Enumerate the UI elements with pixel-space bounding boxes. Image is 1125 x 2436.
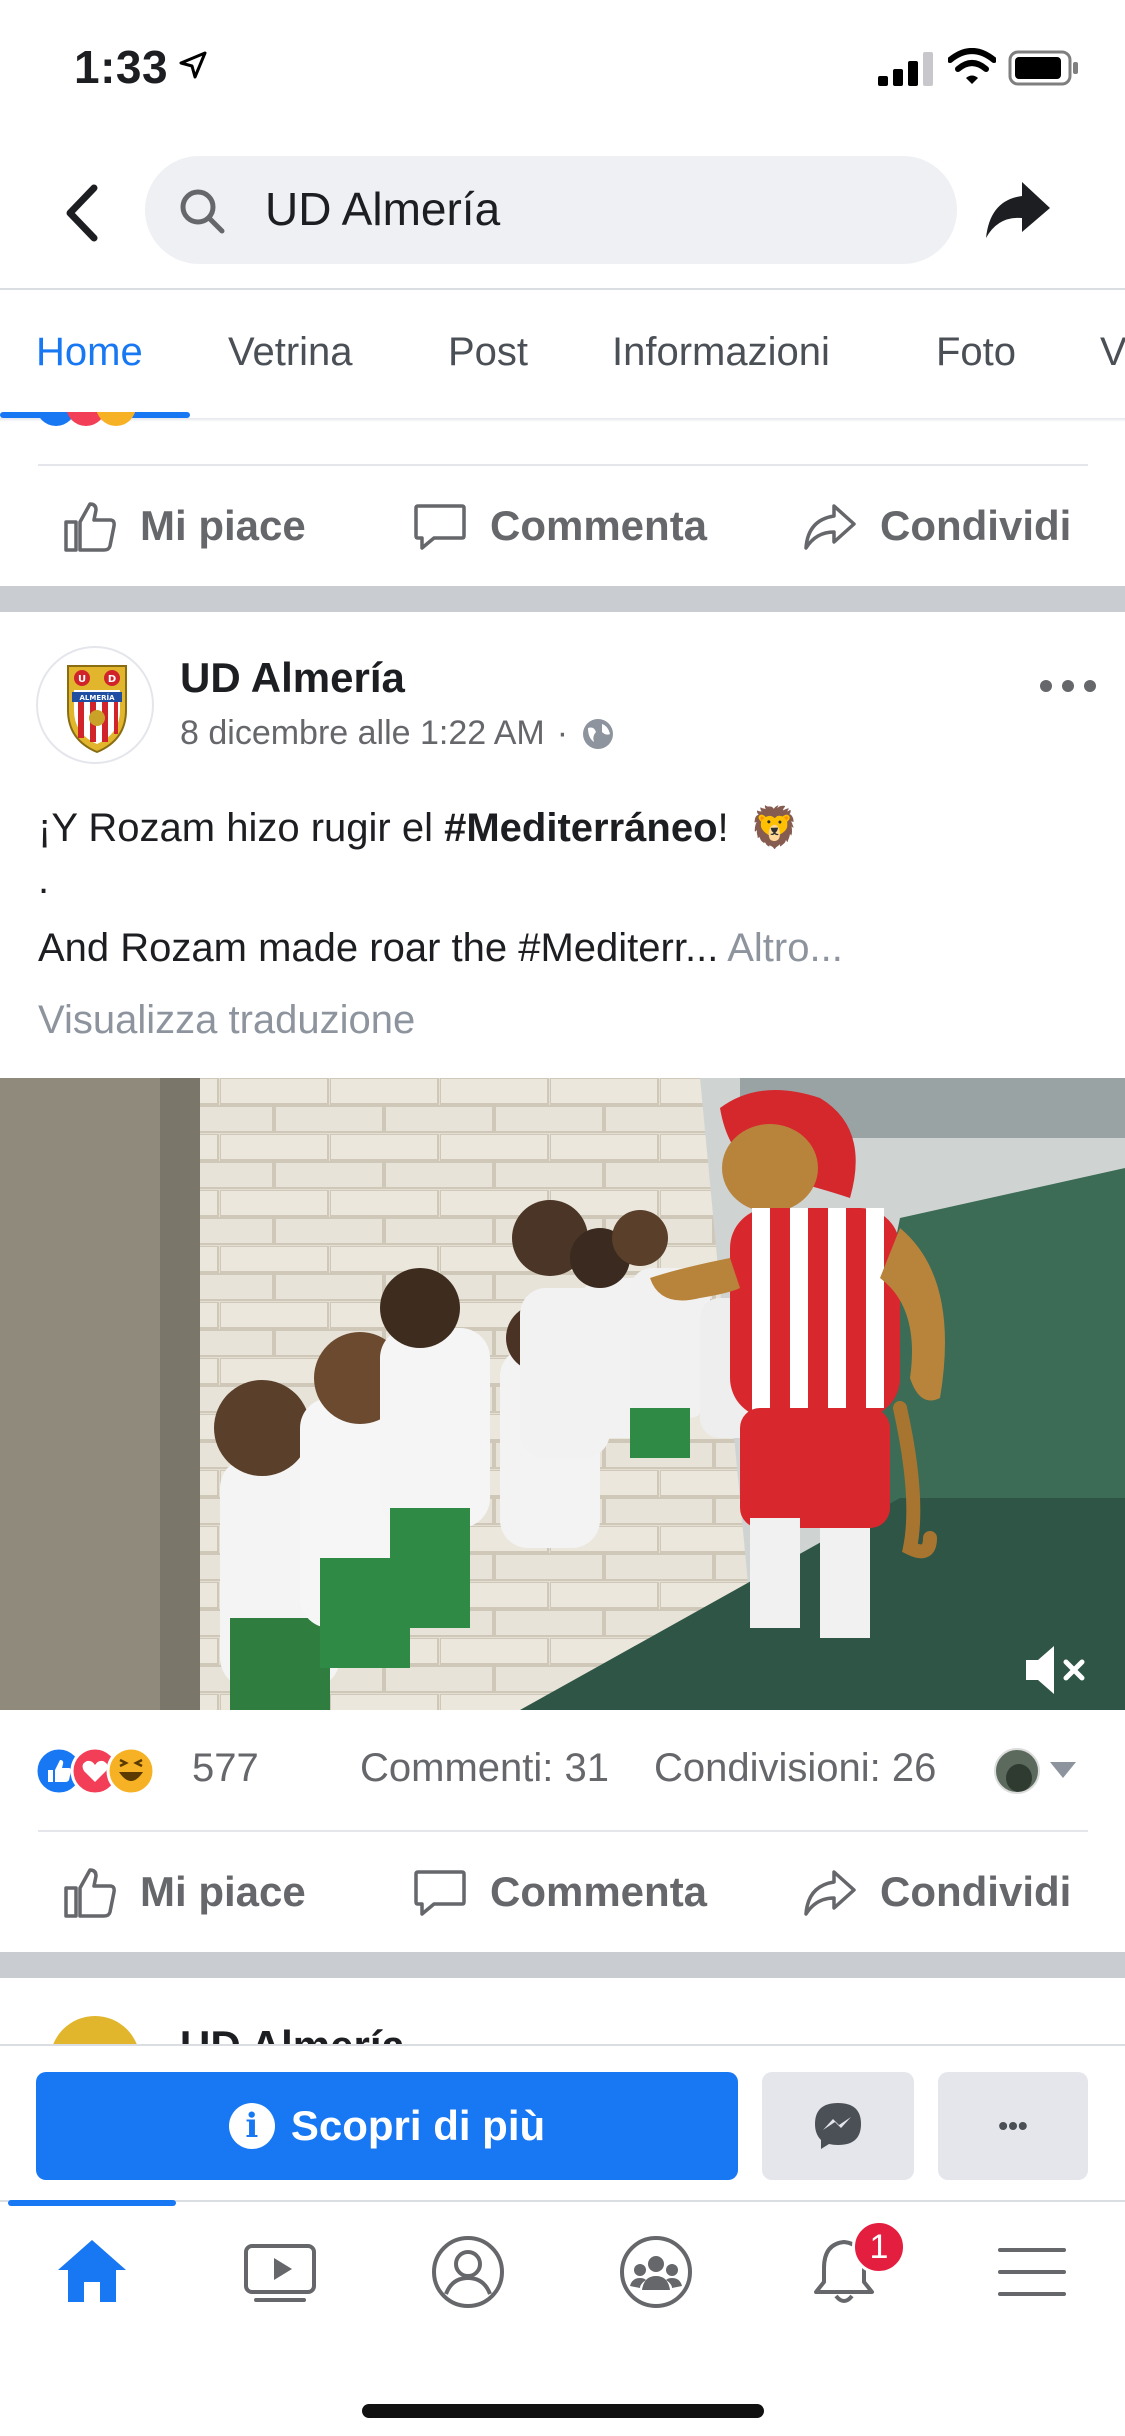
tab-informazioni[interactable]: Informazioni [612, 330, 830, 375]
search-value: UD Almería [265, 183, 501, 235]
like-button[interactable]: Mi piace [62, 1832, 306, 1952]
next-post-author[interactable]: UD Almería [180, 2022, 405, 2044]
reaction-icons[interactable] [34, 1746, 184, 1796]
learn-more-button[interactable]: i Scopri di più [36, 2072, 738, 2180]
globe-icon [583, 718, 614, 749]
post-actions: Mi piace Commenta Condividi [0, 1832, 1125, 1952]
tab-video-partial[interactable]: V [1100, 330, 1125, 375]
page-tabs: Home Vetrina Post Informazioni Foto V [0, 290, 1125, 418]
more-dots-icon: ••• [998, 2110, 1028, 2141]
comment-bubble-icon [414, 504, 466, 550]
post-meta: 8 dicembre alle 1:22 AM · [180, 714, 616, 753]
post-separator [0, 1952, 1125, 1978]
see-translation-link[interactable]: Visualizza traduzione [38, 998, 415, 1043]
post-text-line1: ¡Y Rozam hizo rugir el #Mediterráneo! 🦁 [38, 804, 800, 851]
tab-home[interactable]: Home [36, 330, 143, 375]
post-author[interactable]: UD Almería [180, 654, 405, 702]
haha-reaction-icon [106, 1746, 156, 1796]
home-icon[interactable] [52, 2232, 132, 2312]
comment-label: Commenta [490, 502, 708, 549]
profile-icon[interactable] [428, 2232, 508, 2312]
page-avatar[interactable]: U D ALMERÍA [36, 646, 154, 764]
share-icon [804, 1870, 856, 1916]
share-label: Condividi [880, 1868, 1072, 1915]
share-button[interactable]: Condividi [802, 1832, 1071, 1952]
hashtag-mediterraneo[interactable]: #Mediterráneo [444, 806, 717, 850]
next-post-peek: UD Almería [0, 1978, 1125, 2044]
battery-icon [1008, 50, 1078, 86]
like-label: Mi piace [140, 502, 306, 549]
meta-separator: · [556, 714, 569, 752]
status-time: 1:33 [74, 41, 169, 93]
post-text-line2: . [38, 858, 50, 902]
post-text-english: And Rozam made roar the #Mediterr... [38, 926, 719, 970]
active-bottom-tab-indicator [8, 2200, 176, 2206]
post-video[interactable] [0, 1078, 1125, 1710]
tab-foto[interactable]: Foto [936, 330, 1016, 375]
post-options-icon[interactable] [1038, 676, 1098, 696]
post-timestamp[interactable]: 8 dicembre alle 1:22 AM [180, 714, 545, 753]
comment-bubble-icon [414, 1870, 466, 1916]
thumbs-up-icon [64, 502, 116, 552]
see-more-link[interactable]: Altro... [727, 926, 843, 970]
notification-badge: 1 [852, 2220, 906, 2274]
lion-emoji: 🦁 [749, 806, 800, 850]
post-text-suffix: ! [717, 806, 729, 850]
bottom-tab-bar: 1 [0, 2200, 1125, 2436]
info-icon: i [228, 2103, 275, 2149]
watch-video-icon[interactable] [240, 2232, 320, 2312]
status-bar: 1:33 [0, 0, 1125, 140]
video-frame [0, 1078, 1125, 1710]
post-text-prefix: ¡Y Rozam hizo rugir el [38, 806, 445, 850]
next-post-avatar[interactable] [50, 2016, 140, 2044]
tab-vetrina[interactable]: Vetrina [228, 330, 353, 375]
svg-text:ALMERÍA: ALMERÍA [79, 693, 115, 702]
caret-down-icon[interactable] [1048, 1758, 1078, 1782]
comments-count[interactable]: Commenti: 31 [360, 1746, 609, 1791]
menu-hamburger-icon[interactable] [992, 2232, 1072, 2312]
more-options-button[interactable]: ••• [938, 2072, 1088, 2180]
previous-post-actions: Mi piace Commenta Condividi [0, 466, 1125, 586]
share-label: Condividi [880, 502, 1072, 549]
location-arrow-icon [179, 51, 207, 79]
shares-count[interactable]: Condivisioni: 26 [654, 1746, 936, 1791]
share-arrow-icon[interactable] [982, 174, 1054, 246]
post-text-line3: And Rozam made roar the #Mediterr... Alt… [38, 926, 843, 971]
wifi-icon [948, 48, 996, 84]
page-header: UD Almería [0, 140, 1125, 288]
previous-post-reactions-peek [36, 412, 176, 428]
like-button[interactable]: Mi piace [62, 466, 306, 586]
page-cta-bar: i Scopri di più ••• [0, 2044, 1125, 2200]
post-separator [0, 586, 1125, 612]
share-button[interactable]: Condividi [802, 466, 1071, 586]
svg-text:U: U [78, 674, 86, 685]
messenger-button[interactable] [762, 2072, 914, 2180]
comment-button[interactable]: Commenta [412, 1832, 707, 1952]
ud-almeria-crest-icon: U D ALMERÍA [67, 665, 127, 754]
svg-text:D: D [108, 674, 116, 685]
comment-label: Commenta [490, 1868, 708, 1915]
like-label: Mi piace [140, 1868, 306, 1915]
cellular-signal-icon [878, 52, 933, 86]
groups-icon[interactable] [616, 2232, 696, 2312]
tab-post[interactable]: Post [448, 330, 528, 375]
messenger-icon [815, 2103, 861, 2149]
share-icon [804, 504, 856, 550]
viewer-avatar[interactable] [994, 1748, 1040, 1794]
learn-more-label: Scopri di più [290, 2102, 546, 2149]
reaction-count[interactable]: 577 [192, 1746, 259, 1791]
mute-speaker-icon[interactable] [1020, 1642, 1092, 1698]
reactions-row: 577 Commenti: 31 Condivisioni: 26 [0, 1740, 1125, 1800]
thumbs-up-icon [64, 1868, 116, 1918]
search-icon [180, 189, 225, 234]
search-input[interactable]: UD Almería [145, 156, 957, 264]
comment-button[interactable]: Commenta [412, 466, 707, 586]
home-indicator [362, 2404, 764, 2418]
back-chevron-icon[interactable] [52, 178, 112, 248]
